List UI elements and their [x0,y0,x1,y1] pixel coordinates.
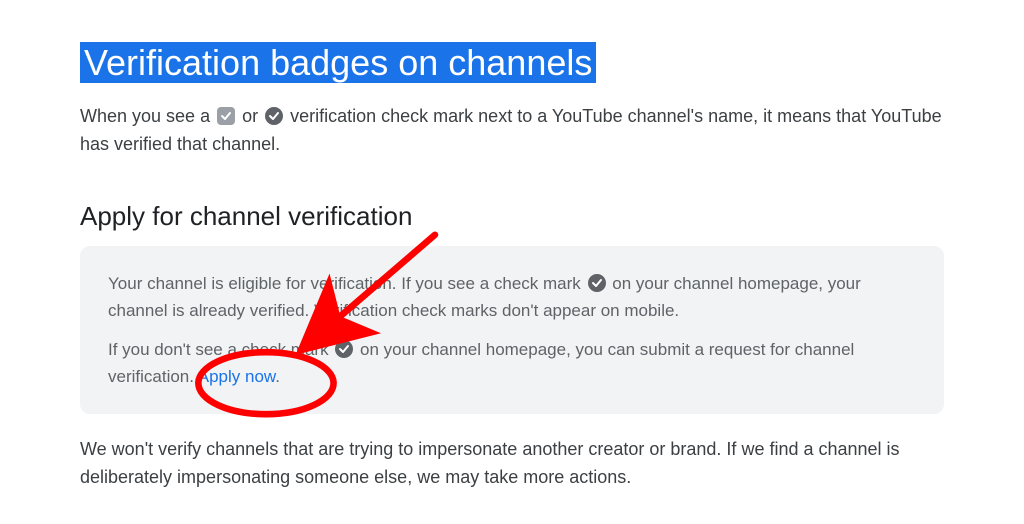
apply-now-link[interactable]: Apply now [198,367,276,386]
verified-circle-icon [588,274,606,292]
eligibility-panel: Your channel is eligible for verificatio… [80,246,944,415]
intro-seg-1: When you see a [80,106,215,126]
panel-p1: Your channel is eligible for verificatio… [108,270,916,324]
page-title: Verification badges on channels [80,42,596,83]
panel-p2-dot: . [275,367,280,386]
verified-circle-icon [265,107,283,125]
panel-p2-seg-a: If you don't see a check mark [108,340,333,359]
section-heading-apply: Apply for channel verification [80,201,944,232]
intro-text: When you see a or verification check mar… [80,103,944,159]
panel-p1-seg-a: Your channel is eligible for verificatio… [108,274,586,293]
verified-square-icon [217,107,235,125]
verified-circle-icon [335,340,353,358]
panel-p2: If you don't see a check mark on your ch… [108,336,916,390]
intro-seg-2: or [237,106,263,126]
impersonation-note: We won't verify channels that are trying… [80,436,944,492]
